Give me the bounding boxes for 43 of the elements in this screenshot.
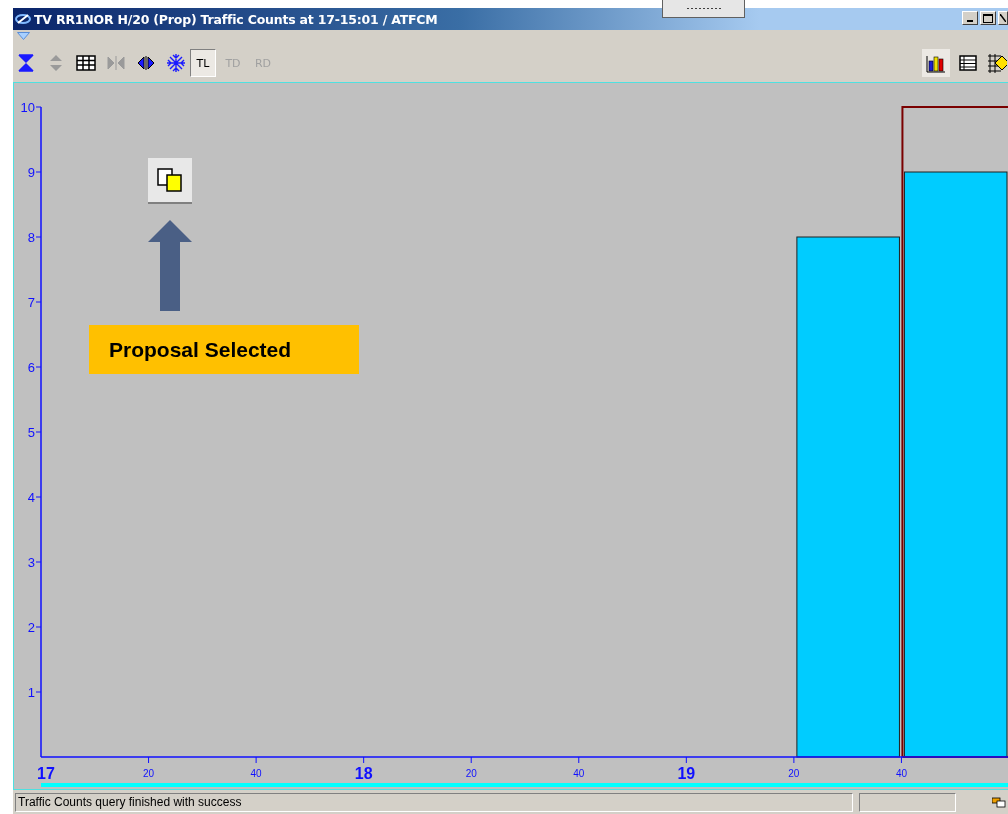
- documents-icon: [156, 167, 184, 193]
- y-tick-label: 8: [27, 230, 35, 245]
- maximize-button[interactable]: [980, 11, 996, 25]
- y-tick-label: 3: [27, 555, 35, 570]
- y-tick-label: 2: [27, 620, 35, 635]
- close-button[interactable]: [998, 11, 1008, 25]
- minimize-button[interactable]: [962, 11, 978, 25]
- x-minor-label: 20: [788, 767, 800, 779]
- x-tick-label: 18: [354, 764, 373, 782]
- bar[interactable]: [796, 236, 900, 758]
- x-minor-label: 20: [465, 767, 477, 779]
- bar-chart-button[interactable]: [922, 49, 950, 77]
- close-icon: [1000, 14, 1006, 22]
- widen-icon[interactable]: [136, 53, 156, 73]
- y-tick-label: 6: [27, 360, 35, 375]
- list-icon: [958, 53, 978, 73]
- y-tick-label: 4: [27, 490, 35, 505]
- mode-button[interactable]: TL: [190, 49, 216, 77]
- collapse-icon[interactable]: [16, 53, 36, 73]
- status-message: Traffic Counts query finished with success: [15, 792, 853, 812]
- y-tick-label: 5: [27, 425, 35, 440]
- grid-warning-icon: [987, 53, 1007, 73]
- y-tick-label: 10: [20, 100, 35, 115]
- y-tick-label: 7: [27, 295, 35, 310]
- y-tick-label: 1: [27, 685, 35, 700]
- x-minor-label: 40: [895, 767, 907, 779]
- network-icon: [992, 795, 1006, 809]
- arrow-icon: [148, 220, 192, 311]
- table-icon[interactable]: [76, 53, 96, 73]
- app-icon: [15, 12, 31, 26]
- bar-chart-icon: [926, 53, 946, 73]
- x-minor-label: 40: [250, 767, 262, 779]
- floating-toolbar-handle[interactable]: [662, 0, 745, 18]
- callout-label: Proposal Selected: [89, 325, 359, 374]
- x-tick-label: 19: [677, 764, 696, 782]
- x-minor-label: 20: [143, 767, 155, 779]
- x-minor-label: 40: [573, 767, 585, 779]
- proposal-button[interactable]: [148, 158, 192, 204]
- maximize-icon: [983, 13, 993, 23]
- x-tick-label: 17: [37, 764, 55, 782]
- window-title: TV RR1NOR H/20 (Prop) Traffic Counts at 17-15:01 / ATFCM: [34, 11, 438, 27]
- snowflake-icon[interactable]: [166, 53, 186, 73]
- y-tick-label: 9: [27, 165, 35, 180]
